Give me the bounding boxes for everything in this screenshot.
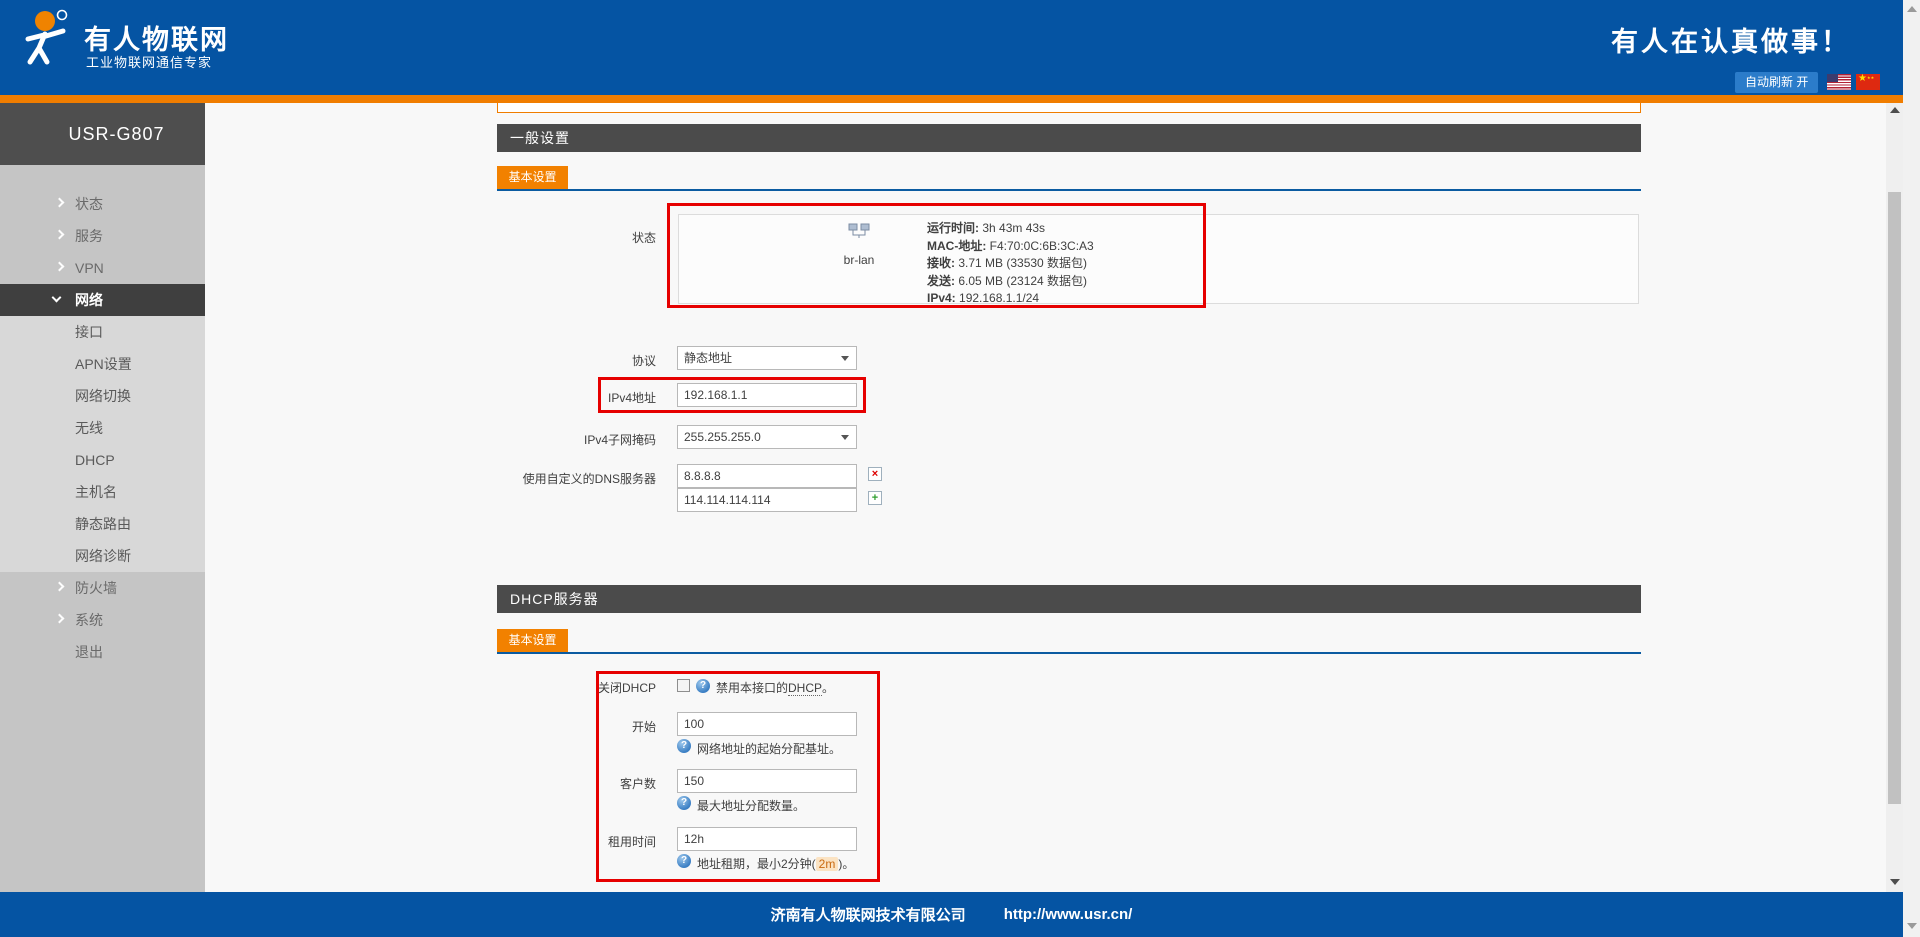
scroll-up-icon[interactable] (1890, 107, 1900, 113)
device-model-title: USR-G807 (0, 103, 205, 165)
help-icon: ? (677, 739, 691, 753)
sidebar-item-interfaces[interactable]: 接口 (0, 316, 205, 348)
tab-basic-settings-dhcp[interactable]: 基本设置 (497, 629, 568, 652)
sidebar-item-apn[interactable]: APN设置 (0, 348, 205, 380)
interface-status-lines: 运行时间: 3h 43m 43s MAC-地址: F4:70:0C:6B:3C:… (927, 220, 1094, 308)
leasetime-min-code: 2m (816, 857, 839, 871)
disable-dhcp-checkbox[interactable] (677, 679, 690, 692)
protocol-select[interactable]: 静态地址 (677, 346, 857, 370)
sidebar-item-hostname[interactable]: 主机名 (0, 476, 205, 508)
scroll-down-icon[interactable] (1907, 923, 1917, 929)
dns-label: 使用自定义的DNS服务器 (406, 470, 656, 487)
dhcp-start-label: 开始 (406, 718, 656, 735)
dhcp-abbr: DHCP (788, 681, 822, 696)
dns-input1-wrap (677, 464, 857, 488)
status-line: 发送: 6.05 MB (23124 数据包) (927, 273, 1094, 291)
top-header: 有人物联网 工业物联网通信专家 有人在认真做事！ 自动刷新 开 ★★★ (0, 0, 1903, 95)
sidebar-item-system[interactable]: 系统 (0, 604, 205, 636)
tab-basic-settings-general[interactable]: 基本设置 (497, 166, 568, 189)
language-chinese-flag-icon[interactable]: ★★★ (1856, 74, 1880, 90)
scroll-down-icon[interactable] (1890, 879, 1900, 885)
disable-dhcp-label: 关闭DHCP (406, 679, 656, 696)
sidebar-item-vpn[interactable]: VPN (0, 252, 205, 284)
protocol-label: 协议 (406, 352, 656, 369)
chevron-right-icon (55, 262, 65, 272)
interface-status-box: br-lan 运行时间: 3h 43m 43s MAC-地址: F4:70:0C… (678, 214, 1639, 304)
sidebar-item-netswitch[interactable]: 网络切换 (0, 380, 205, 412)
dhcp-leasetime-input[interactable] (678, 828, 856, 850)
interface-name: br-lan (799, 253, 919, 267)
chevron-down-icon (52, 293, 62, 303)
main-content: 一般设置 基本设置 状态 br-lan 运行时间: 3h 43m 43s MAC… (205, 103, 1886, 892)
dns-input2-wrap (677, 488, 857, 512)
sidebar-item-firewall[interactable]: 防火墙 (0, 572, 205, 604)
dhcp-start-help: 网络地址的起始分配基址。 (697, 740, 841, 757)
select-dropdown-arrow-icon (841, 356, 849, 361)
chevron-right-icon (55, 582, 65, 592)
sidebar-item-status[interactable]: 状态 (0, 188, 205, 220)
sidebar-item-static-routes[interactable]: 静态路由 (0, 508, 205, 540)
clipped-tab-box (497, 103, 1641, 113)
general-section-title: 一般设置 (497, 124, 1641, 152)
sidebar-item-wireless[interactable]: 无线 (0, 412, 205, 444)
content-scrollbar-thumb[interactable] (1888, 192, 1901, 804)
window-scrollbar[interactable] (1903, 0, 1920, 937)
tab-underline (497, 652, 1641, 654)
dns-server-input-2[interactable] (678, 489, 856, 511)
auto-refresh-toggle[interactable]: 自动刷新 开 (1735, 72, 1818, 93)
content-scrollbar[interactable] (1886, 103, 1903, 892)
dns-add-button[interactable]: + (868, 491, 882, 505)
dhcp-leasetime-input-wrap (677, 827, 857, 851)
netmask-select[interactable]: 255.255.255.0 (677, 425, 857, 449)
dhcp-limit-input[interactable] (678, 770, 856, 792)
ipv4-input-wrap (677, 383, 857, 407)
footer-url-link[interactable]: http://www.usr.cn/ (1004, 906, 1133, 923)
tab-underline (497, 189, 1641, 191)
language-english-flag-icon[interactable] (1827, 74, 1851, 90)
status-line: IPv4: 192.168.1.1/24 (927, 290, 1094, 308)
help-icon: ? (696, 679, 710, 693)
header-orange-strip (0, 95, 1903, 103)
scroll-up-icon[interactable] (1907, 6, 1917, 12)
dhcp-limit-input-wrap (677, 769, 857, 793)
sidebar-item-services[interactable]: 服务 (0, 220, 205, 252)
brand-subtitle: 工业物联网通信专家 (86, 52, 212, 71)
usr-logo-icon (18, 8, 76, 72)
dhcp-start-input-wrap (677, 712, 857, 736)
page-footer: 济南有人物联网技术有限公司 http://www.usr.cn/ (0, 892, 1903, 937)
dns-delete-button[interactable]: × (868, 467, 882, 481)
status-line: MAC-地址: F4:70:0C:6B:3C:A3 (927, 238, 1094, 256)
chevron-right-icon (55, 198, 65, 208)
help-icon: ? (677, 796, 691, 810)
sidebar-item-dhcp[interactable]: DHCP (0, 444, 205, 476)
footer-company: 济南有人物联网技术有限公司 (771, 904, 966, 925)
status-field-label: 状态 (406, 229, 656, 246)
help-icon: ? (677, 854, 691, 868)
dhcp-limit-help: 最大地址分配数量。 (697, 797, 805, 814)
select-dropdown-arrow-icon (841, 435, 849, 440)
netmask-label: IPv4子网掩码 (406, 431, 656, 448)
slogan-text: 有人在认真做事！ (1611, 20, 1851, 59)
sidebar-nav: USR-G807 状态 服务 VPN 网络 接口 APN设置 网络切换 无线 D… (0, 103, 205, 892)
dhcp-limit-label: 客户数 (406, 775, 656, 792)
interface-cell: br-lan (799, 223, 919, 267)
router-admin-page: 有人物联网 工业物联网通信专家 有人在认真做事！ 自动刷新 开 ★★★ USR-… (0, 0, 1920, 937)
status-line: 接收: 3.71 MB (33530 数据包) (927, 255, 1094, 273)
status-line: 运行时间: 3h 43m 43s (927, 220, 1094, 238)
dns-server-input-1[interactable] (678, 465, 856, 487)
sidebar-item-network[interactable]: 网络 (0, 284, 205, 316)
disable-dhcp-help: 禁用本接口的DHCP。 (716, 679, 834, 696)
chevron-right-icon (55, 230, 65, 240)
dhcp-start-input[interactable] (678, 713, 856, 735)
network-interface-icon (848, 223, 870, 239)
sidebar-item-logout[interactable]: 退出 (0, 636, 205, 668)
dhcp-leasetime-help: 地址租期，最小2分钟(2m)。 (697, 855, 854, 872)
dhcp-section-title: DHCP服务器 (497, 585, 1641, 613)
chevron-right-icon (55, 614, 65, 624)
sidebar-item-diagnostics[interactable]: 网络诊断 (0, 540, 205, 572)
ipv4-address-input[interactable] (678, 384, 856, 406)
dhcp-leasetime-label: 租用时间 (406, 833, 656, 850)
ipv4-label: IPv4地址 (406, 389, 656, 406)
